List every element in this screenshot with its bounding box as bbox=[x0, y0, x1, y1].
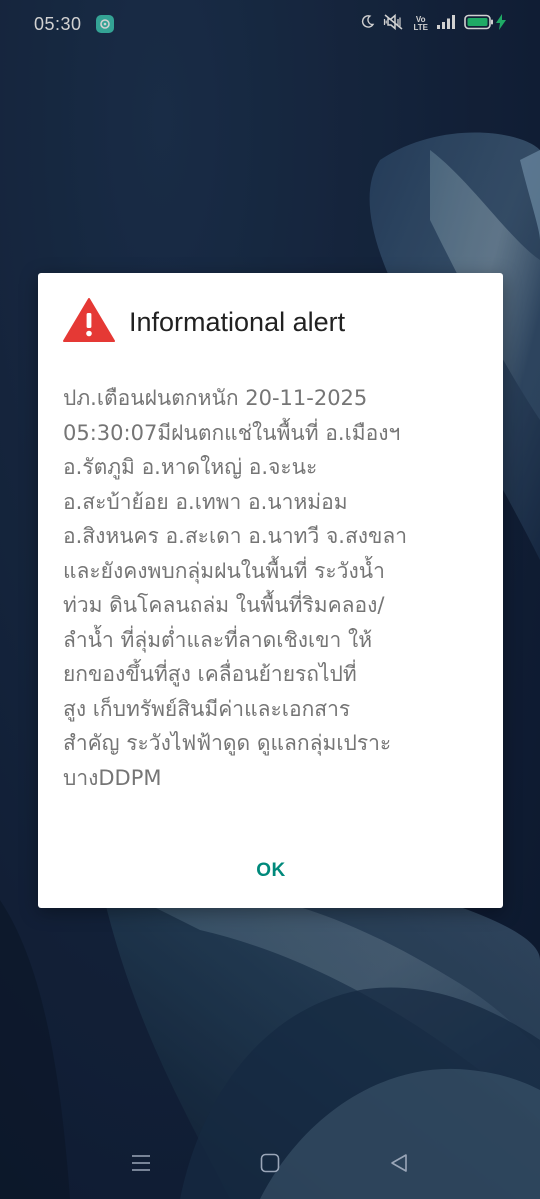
dialog-title: Informational alert bbox=[129, 306, 346, 337]
home-icon bbox=[259, 1152, 281, 1178]
ok-button[interactable]: OK bbox=[233, 848, 309, 894]
back-icon bbox=[388, 1152, 410, 1178]
alert-message: ปภ.เตือนฝนตกหนัก 20-11-2025 05:30:07มีฝน… bbox=[63, 386, 408, 790]
dialog-header: Informational alert bbox=[63, 297, 345, 347]
warning-icon bbox=[63, 297, 115, 347]
recents-button[interactable] bbox=[119, 1143, 163, 1187]
navigation-bar bbox=[0, 1131, 540, 1199]
recents-icon bbox=[130, 1153, 152, 1177]
home-button[interactable] bbox=[248, 1143, 292, 1187]
alert-dialog: Informational alert ปภ.เตือนฝนตกหนัก 20-… bbox=[38, 273, 503, 908]
screen: 05:30 Vo LTE Informational alert ปภ.เตือ… bbox=[0, 0, 540, 1199]
back-button[interactable] bbox=[377, 1143, 421, 1187]
